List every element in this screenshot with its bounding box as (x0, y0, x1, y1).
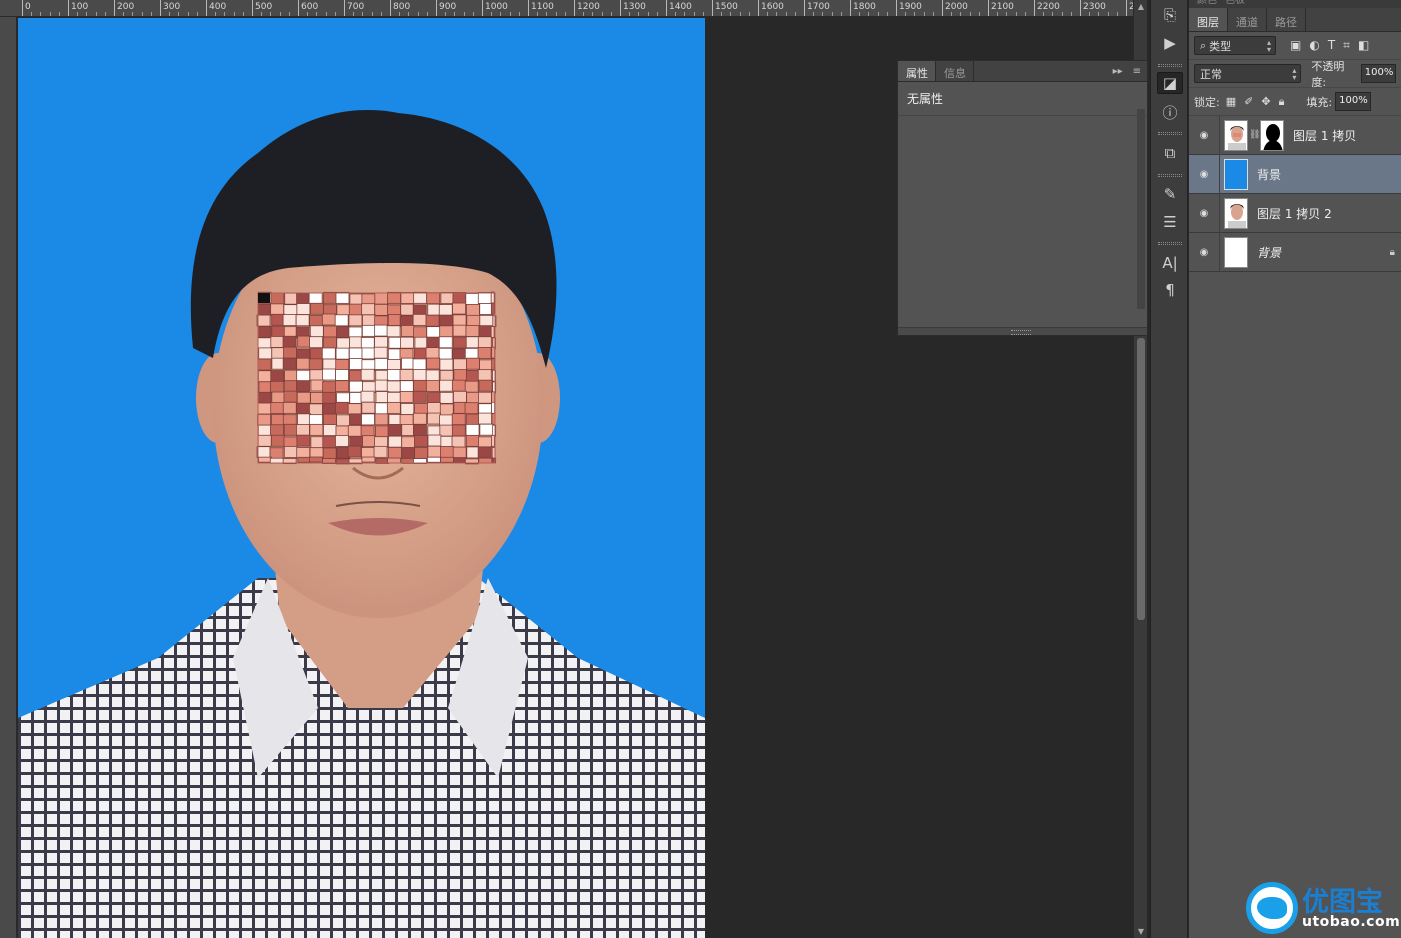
bird-logo-icon (1246, 882, 1298, 934)
tab-properties[interactable]: 属性 (898, 61, 936, 81)
tab-info[interactable]: 信息 (936, 61, 974, 81)
document-image[interactable] (18, 18, 705, 938)
ruler-tick: 1300 (620, 0, 646, 16)
character-icon[interactable]: A| (1157, 252, 1183, 274)
adjustment-filter-icon[interactable]: ◐ (1309, 38, 1319, 53)
lock-icon: 🔒︎ (1389, 246, 1395, 258)
ruler-tick: 700 (344, 0, 364, 16)
lock-all-icon[interactable]: 🔒︎ (1279, 95, 1285, 109)
tab-channels[interactable]: 通道 (1228, 8, 1267, 31)
vertical-ruler[interactable] (0, 17, 17, 938)
ruler-tick: 900 (436, 0, 456, 16)
ruler-tick: 1200 (574, 0, 600, 16)
tab-swatches[interactable]: 色板 (1225, 0, 1245, 8)
mask-thumbnail[interactable] (1260, 119, 1284, 151)
ruler-tick: 24 (1126, 0, 1133, 16)
collapse-panel-icon[interactable]: ▸▸ (1113, 66, 1123, 77)
properties-empty-text: 无属性 (898, 82, 1147, 116)
layer-name[interactable]: 图层 1 拷贝 2 (1257, 205, 1332, 222)
play-actions-icon[interactable]: ▶ (1157, 32, 1183, 54)
ruler-tick: 400 (206, 0, 226, 16)
lock-position-icon[interactable]: ✥ (1261, 95, 1270, 109)
smart-object-filter-icon[interactable]: ◧ (1358, 38, 1369, 53)
ruler-tick: 600 (298, 0, 318, 16)
ruler-tick: 1900 (896, 0, 922, 16)
scrollbar-thumb[interactable] (1137, 338, 1145, 620)
layer-row[interactable]: ◉ 背景 (1189, 154, 1401, 194)
ruler-tick: 200 (114, 0, 134, 16)
ruler-tick: 1700 (804, 0, 830, 16)
layer-thumbnail[interactable] (1224, 158, 1248, 190)
eye-icon[interactable]: ◉ (1189, 247, 1219, 258)
properties-scrollbar[interactable] (1137, 109, 1145, 309)
properties-panel: 属性 信息 ▸▸ ≡ 无属性 (897, 60, 1148, 336)
tab-layers[interactable]: 图层 (1189, 8, 1228, 31)
ruler-tick: 1800 (850, 0, 876, 16)
layers-panel: 颜色 色板 图层 通道 路径 ⌕ 类型 ▴ ▾ ▣ ◐ T ⌗ ◧ 正常 ▴ ▾ 不… (1189, 0, 1401, 938)
portrait-photo (18, 109, 705, 938)
lock-transparent-icon[interactable]: ▦ (1226, 95, 1236, 109)
ruler-tick: 2300 (1080, 0, 1106, 16)
ruler-tick: 1600 (758, 0, 784, 16)
layer-row[interactable]: ◉ ⛓︎ 图层 1 拷贝 (1189, 115, 1401, 155)
eye-icon[interactable]: ◉ (1189, 130, 1219, 141)
mosaic-filter-area (256, 291, 497, 465)
layer-row[interactable]: ◉ 图层 1 拷贝 2 (1189, 193, 1401, 233)
link-icon[interactable]: ⛓︎ (1249, 130, 1260, 140)
layer-thumbnail[interactable] (1224, 119, 1248, 151)
panel-dock: ⎘ ▶ ◪ ⓘ ⧉ ✎ ☰ A| ¶ (1150, 0, 1188, 938)
opacity-label: 不透明度: (1311, 59, 1345, 89)
filter-kind-select[interactable]: ⌕ 类型 ▴ ▾ (1194, 36, 1276, 55)
lock-image-icon[interactable]: ✐ (1244, 95, 1253, 109)
layer-name[interactable]: 背景 (1257, 244, 1281, 261)
panel-resize-grip[interactable] (898, 327, 1147, 335)
eye-icon[interactable]: ◉ (1189, 169, 1219, 180)
layer-row[interactable]: ◉ 背景 🔒︎ (1189, 232, 1401, 272)
ruler-tick: 100 (68, 0, 88, 16)
search-icon: ⌕ (1200, 38, 1207, 52)
layer-thumbnail[interactable] (1224, 236, 1248, 268)
ruler-tick: 1000 (482, 0, 508, 16)
blend-mode-select[interactable]: 正常 ▴ ▾ (1194, 64, 1302, 83)
tab-paths[interactable]: 路径 (1267, 8, 1306, 31)
tab-color[interactable]: 颜色 (1197, 0, 1217, 8)
paragraph-icon[interactable]: ¶ (1157, 279, 1183, 301)
ruler-tick: 2200 (1034, 0, 1060, 16)
ruler-tick: 2100 (988, 0, 1014, 16)
properties-icon[interactable]: ◪ (1157, 72, 1183, 94)
fill-label: 填充: (1306, 95, 1333, 109)
ruler-tick: 1400 (666, 0, 692, 16)
tool-presets-icon[interactable]: ✎ (1157, 183, 1183, 205)
ruler-tick: 1500 (712, 0, 738, 16)
ruler-tick: 300 (160, 0, 180, 16)
watermark-en: utobao.com (1302, 914, 1401, 930)
info-icon[interactable]: ⓘ (1157, 101, 1183, 123)
pixel-filter-icon[interactable]: ▣ (1290, 38, 1301, 53)
ruler-tick: 0 (22, 0, 31, 16)
adjustments-icon[interactable]: ☰ (1157, 211, 1183, 233)
history-icon[interactable]: ⎘ (1157, 4, 1183, 26)
lock-label: 锁定: (1194, 95, 1220, 109)
horizontal-ruler[interactable]: 0 100 200 300 400 500 600 700 800 900 1000 1100 1200… (0, 0, 1133, 17)
clone-source-icon[interactable]: ⧉ (1157, 142, 1183, 164)
watermark-logo: 优图宝 utobao.com (1244, 880, 1401, 938)
layer-name[interactable]: 图层 1 拷贝 (1293, 127, 1356, 144)
layer-list: ◉ ⛓︎ 图层 1 拷贝 ◉ 背景 ◉ 图层 1 拷贝 2 ◉ 背景 🔒︎ (1189, 115, 1401, 272)
opacity-field[interactable]: 100% (1360, 64, 1396, 83)
layer-name[interactable]: 背景 (1257, 166, 1281, 183)
layer-thumbnail[interactable] (1224, 197, 1248, 229)
shape-filter-icon[interactable]: ⌗ (1343, 38, 1350, 53)
ruler-tick: 500 (252, 0, 272, 16)
ruler-tick: 800 (390, 0, 410, 16)
fill-field[interactable]: 100% (1335, 92, 1372, 111)
type-filter-icon[interactable]: T (1328, 38, 1335, 53)
ruler-tick: 1100 (528, 0, 554, 16)
eye-icon[interactable]: ◉ (1189, 208, 1219, 219)
panel-menu-icon[interactable]: ≡ (1133, 66, 1141, 77)
ruler-tick: 2000 (942, 0, 968, 16)
